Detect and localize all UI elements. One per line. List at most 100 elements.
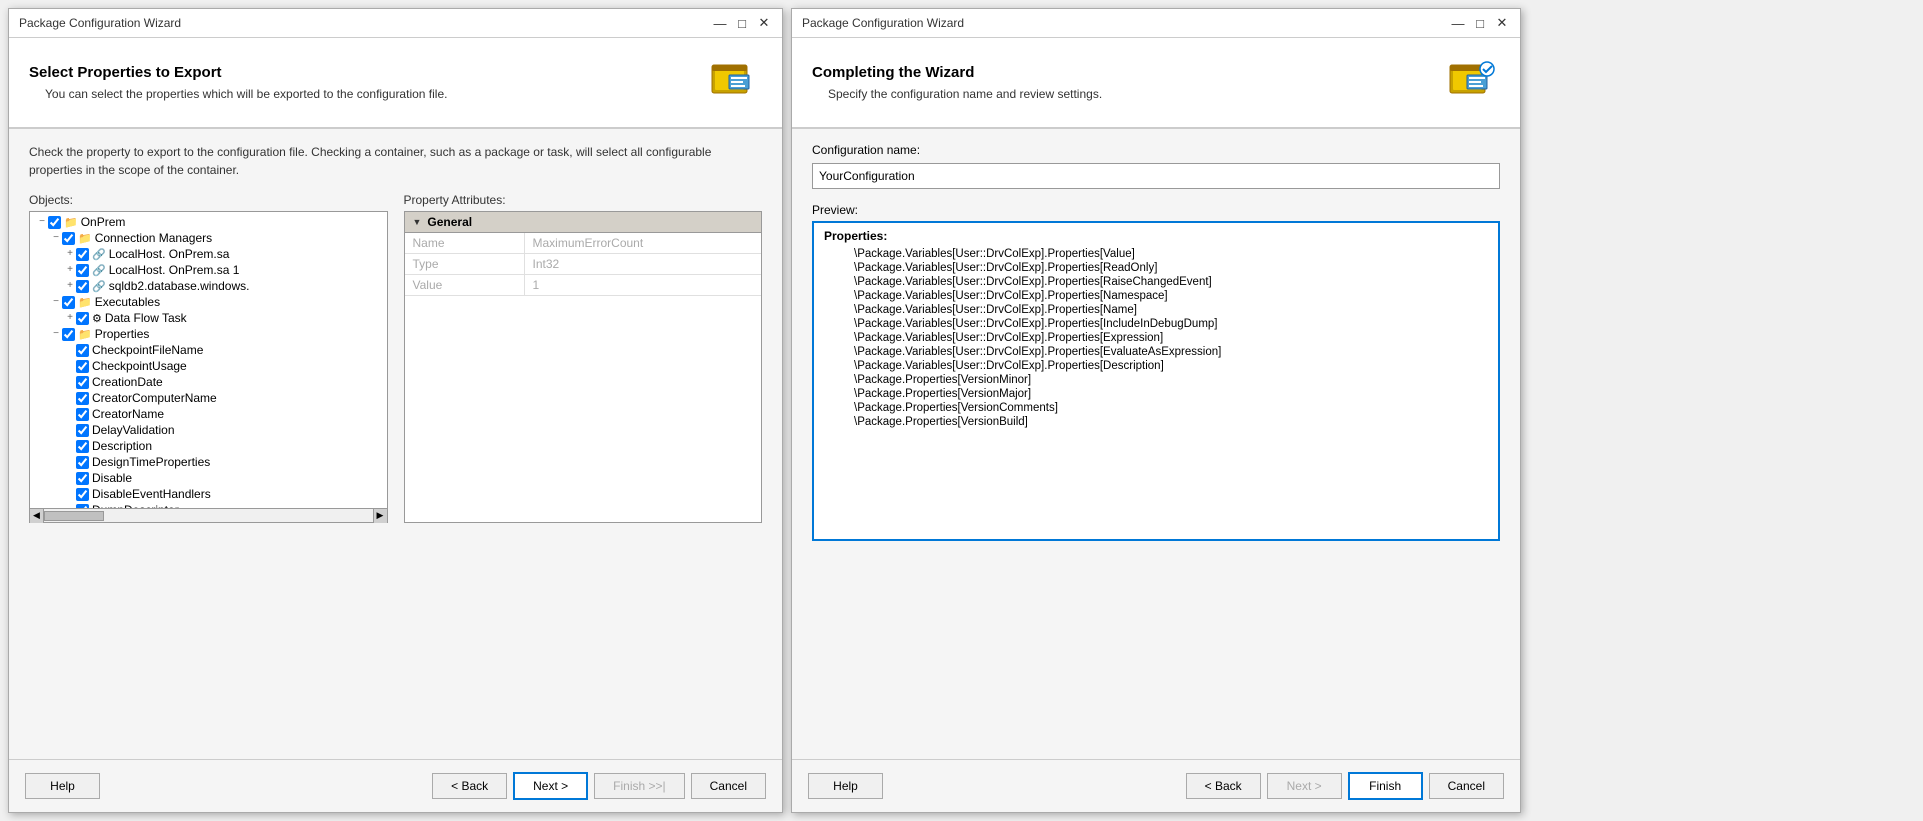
tree-item-label: Description bbox=[92, 439, 152, 453]
config-name-input[interactable] bbox=[812, 163, 1500, 189]
next-button-2[interactable]: Next > bbox=[1267, 773, 1342, 799]
description-text-1: Check the property to export to the conf… bbox=[29, 143, 762, 179]
tree-checkbox[interactable] bbox=[76, 248, 89, 261]
title-bar-1: Package Configuration Wizard — □ ✕ bbox=[9, 9, 782, 38]
expander-icon: + bbox=[64, 312, 76, 324]
prop-value-value: 1 bbox=[525, 275, 762, 295]
tree-item-label: CheckpointFileName bbox=[92, 343, 203, 357]
close-button-1[interactable]: ✕ bbox=[756, 15, 772, 31]
list-item[interactable]: + DisableEventHandlers bbox=[32, 486, 385, 502]
tree-checkbox[interactable] bbox=[76, 472, 89, 485]
preview-line: \Package.Properties[VersionBuild] bbox=[824, 415, 1488, 429]
maximize-button-1[interactable]: □ bbox=[734, 15, 750, 31]
maximize-icon-1: □ bbox=[738, 16, 746, 31]
list-item[interactable]: + CreationDate bbox=[32, 374, 385, 390]
header-text-2: Completing the Wizard Specify the config… bbox=[812, 64, 1102, 101]
list-item[interactable]: + DesignTimeProperties bbox=[32, 454, 385, 470]
finish-button-1[interactable]: Finish >>| bbox=[594, 773, 684, 799]
table-row: Value 1 bbox=[405, 275, 762, 296]
tree-checkbox[interactable] bbox=[76, 344, 89, 357]
tree-checkbox[interactable] bbox=[62, 328, 75, 341]
close-icon-2: ✕ bbox=[1497, 15, 1508, 31]
tree-checkbox[interactable] bbox=[76, 360, 89, 373]
preview-line: \Package.Variables[User::DrvColExp].Prop… bbox=[824, 303, 1488, 317]
list-item[interactable]: + Description bbox=[32, 438, 385, 454]
left-pane-1: Objects: − 📁 OnPrem − 📁 Connection M bbox=[29, 193, 388, 523]
tree-item-label: CreationDate bbox=[92, 375, 163, 389]
tree-item-label: Executables bbox=[95, 295, 160, 309]
list-item[interactable]: + 🔗 LocalHost. OnPrem.sa bbox=[32, 246, 385, 262]
list-item[interactable]: + Disable bbox=[32, 470, 385, 486]
property-table-1[interactable]: ▼ General Name MaximumErrorCount Type In… bbox=[404, 211, 763, 523]
scroll-right-btn[interactable]: ▶ bbox=[373, 509, 387, 523]
scroll-thumb-h[interactable] bbox=[44, 511, 104, 521]
finish-button-2[interactable]: Finish bbox=[1348, 772, 1423, 800]
table-row: Name MaximumErrorCount bbox=[405, 233, 762, 254]
list-item[interactable]: + CheckpointUsage bbox=[32, 358, 385, 374]
list-item[interactable]: + CheckpointFileName bbox=[32, 342, 385, 358]
help-button-1[interactable]: Help bbox=[25, 773, 100, 799]
content-area-2: Configuration name: Preview: Properties:… bbox=[792, 129, 1520, 759]
maximize-button-2[interactable]: □ bbox=[1472, 15, 1488, 31]
folder-icon: 📁 bbox=[78, 296, 92, 309]
objects-label: Objects: bbox=[29, 193, 388, 207]
minimize-button-1[interactable]: — bbox=[712, 15, 728, 31]
tree-checkbox[interactable] bbox=[76, 488, 89, 501]
header-subtitle-2: Specify the configuration name and revie… bbox=[812, 87, 1102, 101]
tree-container-1[interactable]: − 📁 OnPrem − 📁 Connection Managers + bbox=[29, 211, 388, 509]
help-button-2[interactable]: Help bbox=[808, 773, 883, 799]
list-item[interactable]: + ⚙ Data Flow Task bbox=[32, 310, 385, 326]
next-button-1[interactable]: Next > bbox=[513, 772, 588, 800]
list-item[interactable]: + CreatorComputerName bbox=[32, 390, 385, 406]
tree-item-label: LocalHost. OnPrem.sa bbox=[109, 247, 230, 261]
task-icon: ⚙ bbox=[92, 312, 102, 325]
content-area-1: Check the property to export to the conf… bbox=[9, 129, 782, 759]
tree-checkbox[interactable] bbox=[76, 424, 89, 437]
tree-checkbox[interactable] bbox=[62, 296, 75, 309]
scroll-left-btn[interactable]: ◀ bbox=[30, 509, 44, 523]
preview-line: \Package.Variables[User::DrvColExp].Prop… bbox=[824, 345, 1488, 359]
tree-checkbox[interactable] bbox=[76, 440, 89, 453]
tree-checkbox[interactable] bbox=[76, 264, 89, 277]
close-button-2[interactable]: ✕ bbox=[1494, 15, 1510, 31]
folder-icon: 📁 bbox=[78, 328, 92, 341]
tree-checkbox[interactable] bbox=[76, 408, 89, 421]
list-item[interactable]: + 🔗 sqldb2.database.windows. bbox=[32, 278, 385, 294]
back-button-1[interactable]: < Back bbox=[432, 773, 507, 799]
list-item[interactable]: + DumpDescriptor bbox=[32, 502, 385, 509]
wizard-icon-1 bbox=[707, 55, 762, 110]
list-item[interactable]: − 📁 Executables bbox=[32, 294, 385, 310]
tree-checkbox[interactable] bbox=[48, 216, 61, 229]
expander-icon: − bbox=[50, 296, 62, 308]
preview-line: \Package.Properties[VersionMinor] bbox=[824, 373, 1488, 387]
tree-item-label: Connection Managers bbox=[95, 231, 212, 245]
tree-checkbox[interactable] bbox=[76, 312, 89, 325]
tree-checkbox[interactable] bbox=[76, 376, 89, 389]
preview-properties-header: Properties: bbox=[824, 229, 1488, 243]
wizard-icon-2 bbox=[1445, 55, 1500, 110]
tree-checkbox[interactable] bbox=[62, 232, 75, 245]
cancel-button-2[interactable]: Cancel bbox=[1429, 773, 1504, 799]
tree-checkbox[interactable] bbox=[76, 504, 89, 510]
preview-label: Preview: bbox=[812, 203, 1500, 217]
cancel-button-1[interactable]: Cancel bbox=[691, 773, 766, 799]
list-item[interactable]: + 🔗 LocalHost. OnPrem.sa 1 bbox=[32, 262, 385, 278]
title-bar-controls-2: — □ ✕ bbox=[1450, 15, 1510, 31]
minimize-button-2[interactable]: — bbox=[1450, 15, 1466, 31]
back-button-2[interactable]: < Back bbox=[1186, 773, 1261, 799]
list-item[interactable]: + CreatorName bbox=[32, 406, 385, 422]
horizontal-scrollbar-1[interactable]: ◀ ▶ bbox=[29, 509, 388, 523]
list-item[interactable]: + DelayValidation bbox=[32, 422, 385, 438]
prop-name-type: Type bbox=[405, 254, 525, 274]
preview-line: \Package.Properties[VersionComments] bbox=[824, 401, 1488, 415]
tree-checkbox[interactable] bbox=[76, 280, 89, 293]
list-item[interactable]: − 📁 Properties bbox=[32, 326, 385, 342]
scroll-track-h bbox=[44, 511, 373, 521]
preview-container[interactable]: Properties: \Package.Variables[User::Drv… bbox=[812, 221, 1500, 541]
list-item[interactable]: − 📁 OnPrem bbox=[32, 214, 385, 230]
tree-checkbox[interactable] bbox=[76, 392, 89, 405]
dialog-1-title: Package Configuration Wizard bbox=[19, 16, 181, 30]
tree-item-label: sqldb2.database.windows. bbox=[109, 279, 250, 293]
list-item[interactable]: − 📁 Connection Managers bbox=[32, 230, 385, 246]
tree-checkbox[interactable] bbox=[76, 456, 89, 469]
